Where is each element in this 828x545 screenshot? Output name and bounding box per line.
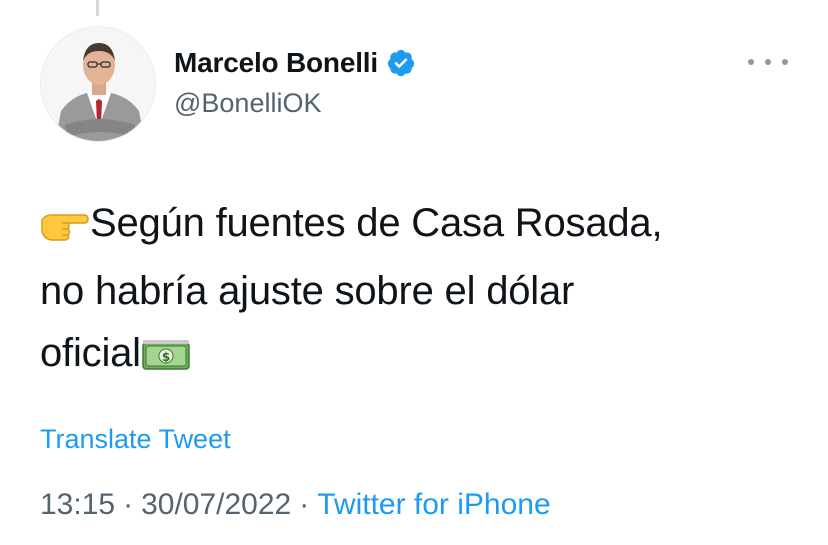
dollar-banknote-emoji-icon: $ <box>141 328 191 390</box>
more-options-icon[interactable] <box>748 52 788 72</box>
thread-connector-line <box>96 0 99 16</box>
author-display-name[interactable]: Marcelo Bonelli <box>174 47 378 79</box>
meta-separator: · <box>299 488 310 521</box>
tweet-line-1-text: Según fuentes de Casa Rosada, <box>90 201 663 245</box>
avatar[interactable] <box>40 26 156 142</box>
tweet-text: Según fuentes de Casa Rosada, no habría … <box>40 192 800 390</box>
tweet-line-2: no habría ajuste sobre el dólar <box>40 269 575 313</box>
tweet-date[interactable]: 30/07/2022 <box>141 488 291 521</box>
author-name-row[interactable]: Marcelo Bonelli <box>174 44 416 82</box>
tweet-line-1: Según fuentes de Casa Rosada, <box>40 192 800 260</box>
meta-separator: · <box>123 488 134 521</box>
tweet-line-3-text: oficial <box>40 331 141 375</box>
verified-badge-icon <box>386 48 416 78</box>
author-handle[interactable]: @BonelliOK <box>174 88 321 119</box>
avatar-photo <box>41 27 155 141</box>
point-right-emoji-icon <box>40 198 90 260</box>
svg-text:$: $ <box>162 350 170 364</box>
tweet-line-3: oficial $ <box>40 322 800 390</box>
more-dot <box>748 59 754 65</box>
tweet-time[interactable]: 13:15 <box>40 488 115 521</box>
more-dot <box>765 59 771 65</box>
more-dot <box>782 59 788 65</box>
tweet-metadata: 13:15 · 30/07/2022 · Twitter for iPhone <box>40 488 551 522</box>
tweet-source-link[interactable]: Twitter for iPhone <box>317 488 550 521</box>
translate-tweet-link[interactable]: Translate Tweet <box>40 424 231 455</box>
